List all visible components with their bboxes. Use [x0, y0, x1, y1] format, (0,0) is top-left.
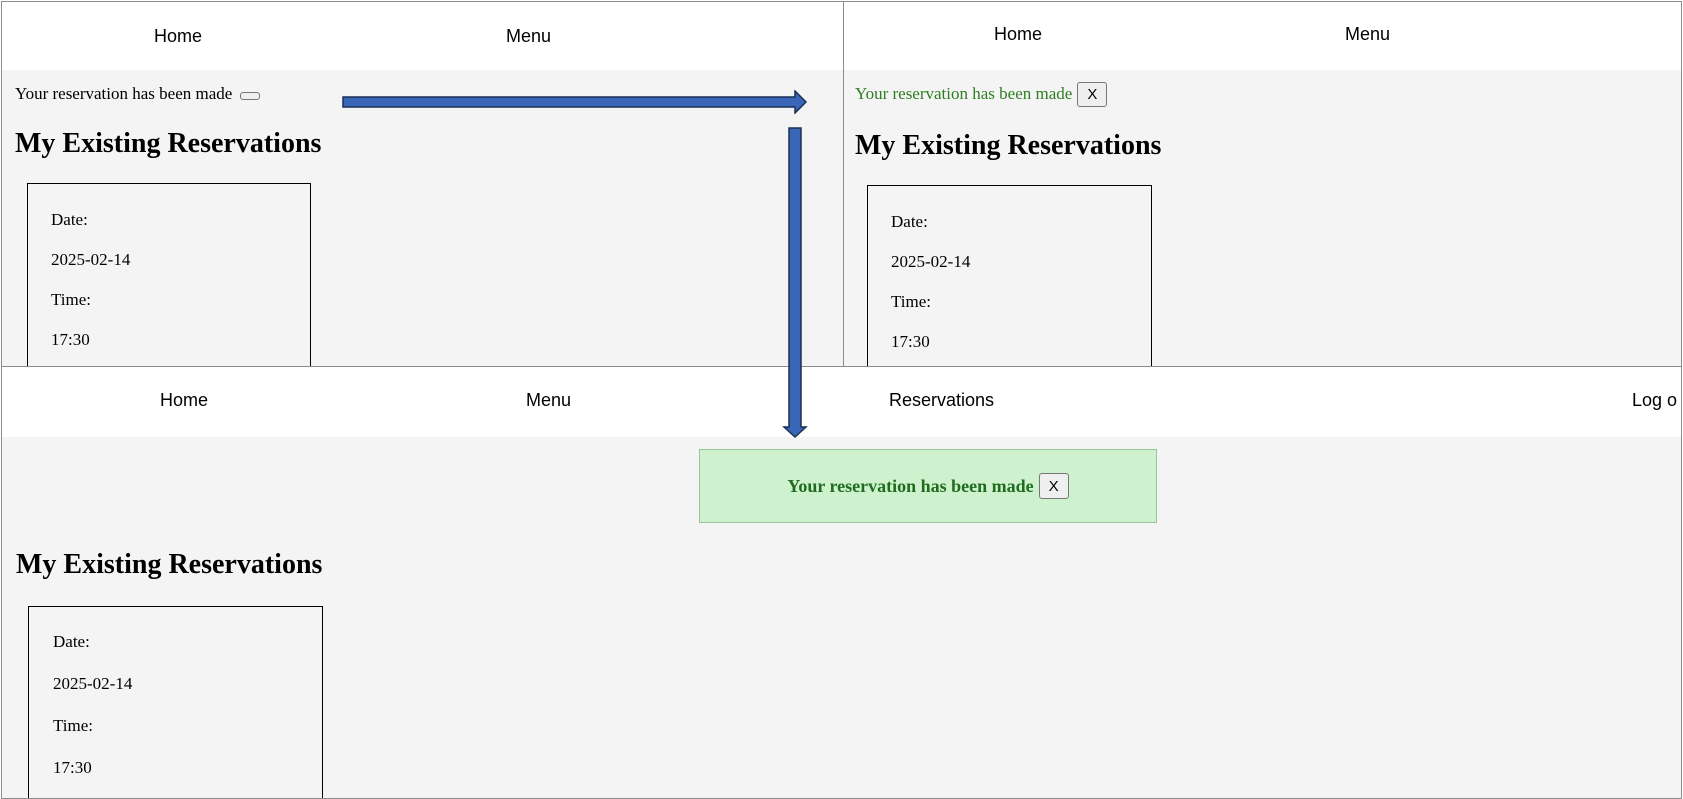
time-value: 17:30 — [51, 330, 90, 349]
time-label: Time: — [891, 292, 932, 311]
message-text: Your reservation has been made — [787, 475, 1034, 496]
time-label: Time: — [51, 290, 92, 309]
reservation-card: Date: 2025-02-14 Time: 17:30 — [867, 185, 1152, 366]
nav-logout-link[interactable]: Log o — [1632, 390, 1677, 411]
navbar: Home Menu — [2, 2, 844, 70]
date-label: Date: — [53, 632, 90, 651]
time-value: 17:30 — [53, 758, 92, 777]
nav-home-link[interactable]: Home — [994, 24, 1042, 45]
time-label: Time: — [53, 716, 94, 735]
nav-home-link[interactable]: Home — [154, 26, 202, 47]
close-button-empty[interactable] — [239, 92, 260, 100]
panel-before: Home Menu Your reservation has been made… — [1, 1, 845, 367]
page-title: My Existing Reservations — [15, 128, 322, 159]
reservation-card: Date: 2025-02-14 Time: 17:30 — [28, 606, 323, 798]
reservation-card: Date: 2025-02-14 Time: 17:30 — [27, 183, 311, 366]
close-button[interactable]: X — [1038, 473, 1069, 499]
navbar: Home Menu Reservations Log o — [2, 367, 1681, 437]
navbar: Home Menu — [844, 2, 1681, 70]
reservation-message: Your reservation has been made — [15, 84, 260, 104]
nav-home-link[interactable]: Home — [160, 390, 208, 411]
time-value: 17:30 — [891, 332, 930, 351]
panel-after: Home Menu Reservations Log o Your reserv… — [1, 366, 1682, 799]
nav-menu-link[interactable]: Menu — [1345, 24, 1390, 45]
page-title: My Existing Reservations — [855, 130, 1162, 161]
message-text: Your reservation has been made — [15, 84, 233, 103]
date-value: 2025-02-14 — [51, 250, 131, 269]
date-label: Date: — [891, 212, 928, 231]
reservation-message: Your reservation has been made X — [855, 81, 1108, 107]
date-value: 2025-02-14 — [53, 674, 133, 693]
date-label: Date: — [51, 210, 88, 229]
panel-styled-text: Home Menu Your reservation has been made… — [843, 1, 1682, 367]
nav-menu-link[interactable]: Menu — [526, 390, 571, 411]
close-button[interactable]: X — [1077, 81, 1108, 107]
nav-reservations-link[interactable]: Reservations — [889, 390, 994, 411]
date-value: 2025-02-14 — [891, 252, 971, 271]
message-text: Your reservation has been made — [855, 84, 1073, 103]
nav-menu-link[interactable]: Menu — [506, 26, 551, 47]
reservation-alert: Your reservation has been made X — [699, 449, 1157, 523]
page-title: My Existing Reservations — [16, 549, 323, 580]
